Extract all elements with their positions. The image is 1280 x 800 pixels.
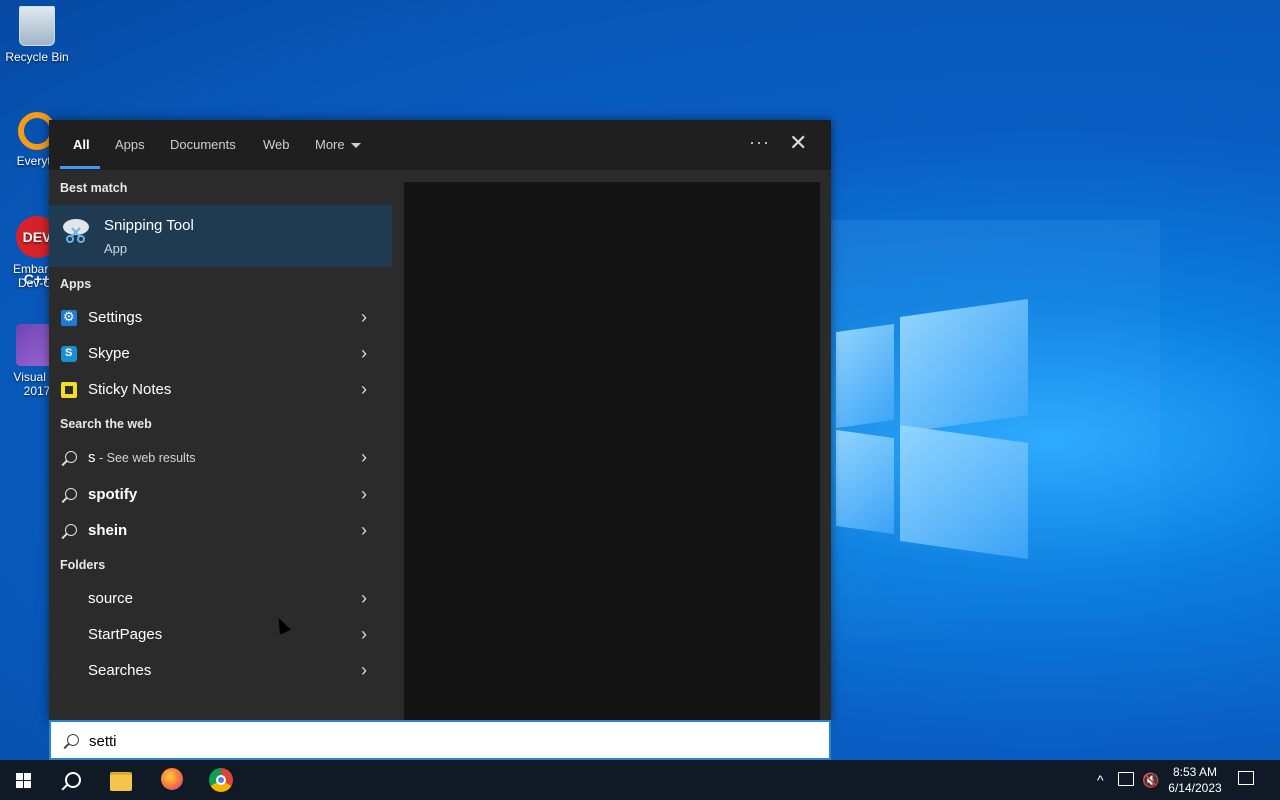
web-item-spotify[interactable]: spotify › bbox=[49, 478, 392, 512]
best-match-subtitle: App bbox=[104, 241, 128, 256]
tab-web[interactable]: Web bbox=[263, 137, 290, 152]
desktop-icon-label: Recycle Bin bbox=[5, 50, 69, 64]
tab-all[interactable]: All bbox=[73, 137, 90, 152]
web-item-label: s - See web results bbox=[88, 449, 196, 466]
search-box[interactable] bbox=[49, 720, 831, 760]
taskbar-search-button[interactable] bbox=[48, 760, 96, 800]
search-icon bbox=[65, 451, 77, 463]
folder-item-label: source bbox=[88, 590, 134, 607]
skype-icon bbox=[61, 346, 77, 362]
section-apps: Apps bbox=[60, 277, 92, 291]
chevron-right-icon[interactable]: › bbox=[361, 520, 367, 541]
clock[interactable]: 8:53 AM 6/14/2023 bbox=[1160, 764, 1230, 796]
more-options-icon[interactable]: ··· bbox=[749, 132, 770, 153]
notification-center-icon[interactable] bbox=[1238, 771, 1254, 785]
preview-pane bbox=[404, 182, 820, 720]
tab-documents[interactable]: Documents bbox=[170, 137, 236, 152]
app-item-label: Settings bbox=[88, 309, 143, 326]
taskbar-chrome[interactable] bbox=[197, 760, 245, 800]
results-list: Best match Snipping Tool App Apps Settin… bbox=[49, 170, 392, 720]
chevron-right-icon[interactable]: › bbox=[361, 343, 367, 364]
folder-item-startpages[interactable]: StartPages › bbox=[49, 618, 392, 652]
active-tab-indicator bbox=[60, 166, 100, 169]
search-tabs: All Apps Documents Web More ··· ✕ bbox=[49, 120, 831, 170]
folder-item-searches[interactable]: Searches › bbox=[49, 654, 392, 688]
close-icon[interactable]: ✕ bbox=[789, 130, 807, 156]
windows-logo-wallpaper bbox=[836, 299, 1028, 559]
taskbar-firefox[interactable] bbox=[148, 760, 196, 800]
search-icon bbox=[65, 772, 81, 788]
search-icon bbox=[67, 734, 79, 746]
folder-icon bbox=[110, 772, 132, 791]
clock-time: 8:53 AM bbox=[1172, 765, 1218, 779]
show-hidden-icons-chevron-icon[interactable]: ^ bbox=[1097, 772, 1104, 788]
chevron-right-icon[interactable]: › bbox=[361, 447, 367, 468]
web-query-hint: - See web results bbox=[95, 451, 196, 465]
search-input[interactable] bbox=[87, 728, 791, 754]
windows-start-icon bbox=[16, 773, 32, 789]
taskbar-file-explorer[interactable] bbox=[98, 760, 146, 800]
section-best-match: Best match bbox=[60, 181, 128, 195]
chevron-down-icon bbox=[350, 143, 361, 149]
network-icon[interactable] bbox=[1118, 772, 1134, 786]
section-folders: Folders bbox=[60, 558, 106, 572]
chevron-right-icon[interactable]: › bbox=[361, 307, 367, 328]
search-panel: All Apps Documents Web More ··· ✕ Best m… bbox=[49, 120, 831, 720]
chevron-right-icon[interactable]: › bbox=[361, 588, 367, 609]
web-query: s bbox=[88, 449, 96, 466]
chevron-right-icon[interactable]: › bbox=[361, 660, 367, 681]
sticky-notes-icon bbox=[61, 382, 77, 398]
best-match-item[interactable]: Snipping Tool App bbox=[49, 205, 392, 267]
web-item-label: spotify bbox=[88, 486, 138, 503]
folder-item-label: StartPages bbox=[88, 626, 163, 643]
section-search-web: Search the web bbox=[60, 417, 152, 431]
chrome-icon bbox=[209, 768, 233, 792]
folder-item-source[interactable]: source › bbox=[49, 582, 392, 616]
folder-item-label: Searches bbox=[88, 662, 152, 679]
search-icon bbox=[65, 524, 77, 536]
app-item-sticky-notes[interactable]: Sticky Notes › bbox=[49, 373, 392, 407]
web-item-s[interactable]: s - See web results › bbox=[49, 441, 392, 475]
taskbar: ^ 🔇 8:53 AM 6/14/2023 bbox=[0, 760, 1280, 800]
web-item-label: shein bbox=[88, 522, 128, 539]
search-icon bbox=[65, 488, 77, 500]
start-button[interactable] bbox=[0, 760, 48, 800]
chevron-right-icon[interactable]: › bbox=[361, 624, 367, 645]
tab-more[interactable]: More bbox=[315, 137, 361, 152]
settings-icon bbox=[61, 309, 77, 326]
chevron-right-icon[interactable]: › bbox=[361, 484, 367, 505]
recycle-bin-icon bbox=[19, 6, 55, 46]
firefox-icon bbox=[161, 768, 183, 790]
desktop-icon-recycle-bin[interactable]: Recycle Bin bbox=[0, 6, 74, 64]
volume-muted-icon[interactable]: 🔇 bbox=[1142, 772, 1159, 789]
snipping-tool-icon bbox=[63, 219, 89, 243]
clock-date: 6/14/2023 bbox=[1168, 781, 1222, 795]
tab-apps[interactable]: Apps bbox=[115, 137, 145, 152]
app-item-settings[interactable]: Settings › bbox=[49, 301, 392, 335]
tab-more-label: More bbox=[315, 137, 345, 152]
best-match-title: Snipping Tool bbox=[104, 217, 194, 234]
web-item-shein[interactable]: shein › bbox=[49, 514, 392, 548]
app-item-skype[interactable]: Skype › bbox=[49, 337, 392, 371]
app-item-label: Sticky Notes bbox=[88, 381, 172, 398]
app-item-label: Skype bbox=[88, 345, 130, 362]
chevron-right-icon[interactable]: › bbox=[361, 379, 367, 400]
